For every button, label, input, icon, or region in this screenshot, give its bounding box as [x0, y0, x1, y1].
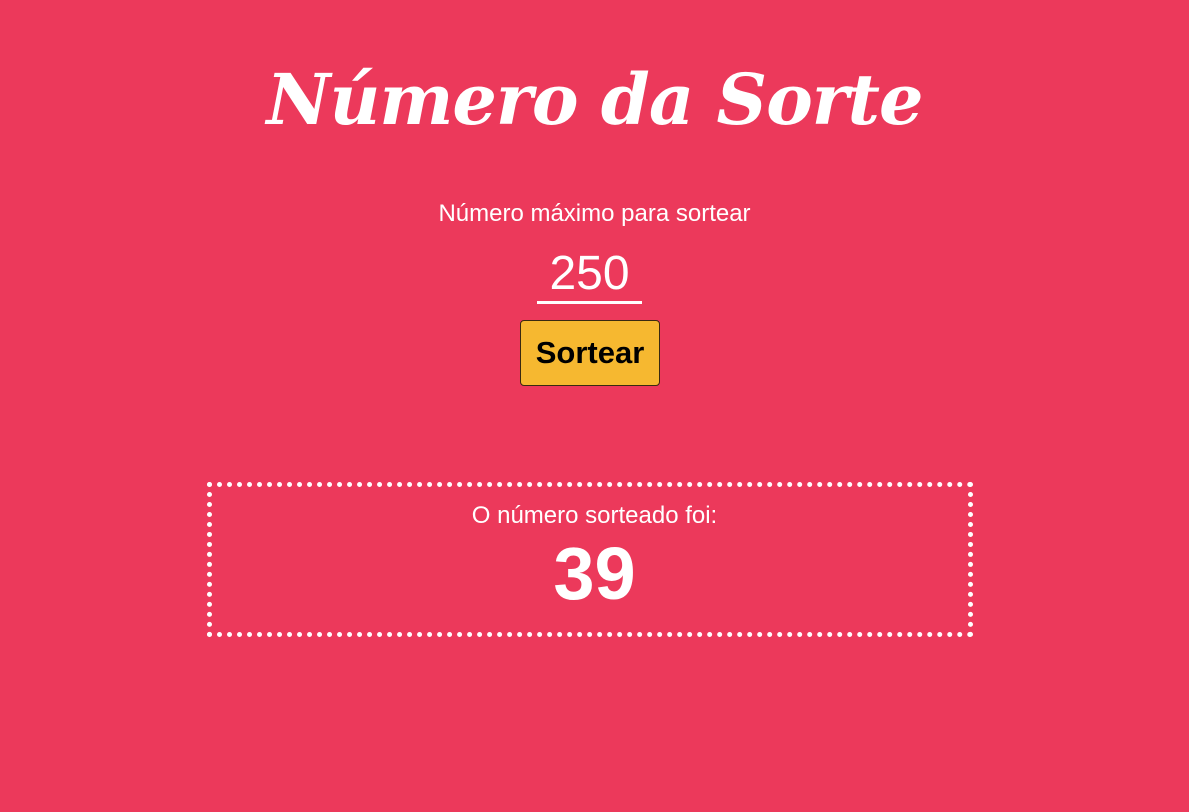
draw-button[interactable]: Sortear [520, 320, 660, 386]
result-number: 39 [553, 532, 636, 615]
lucky-number-page: Número da Sorte Número máximo para sorte… [0, 0, 1189, 812]
max-number-label: Número máximo para sortear [438, 200, 751, 227]
max-number-input[interactable] [537, 245, 642, 304]
page-title: Número da Sorte [266, 58, 923, 141]
result-label: O número sorteado foi: [471, 502, 718, 529]
